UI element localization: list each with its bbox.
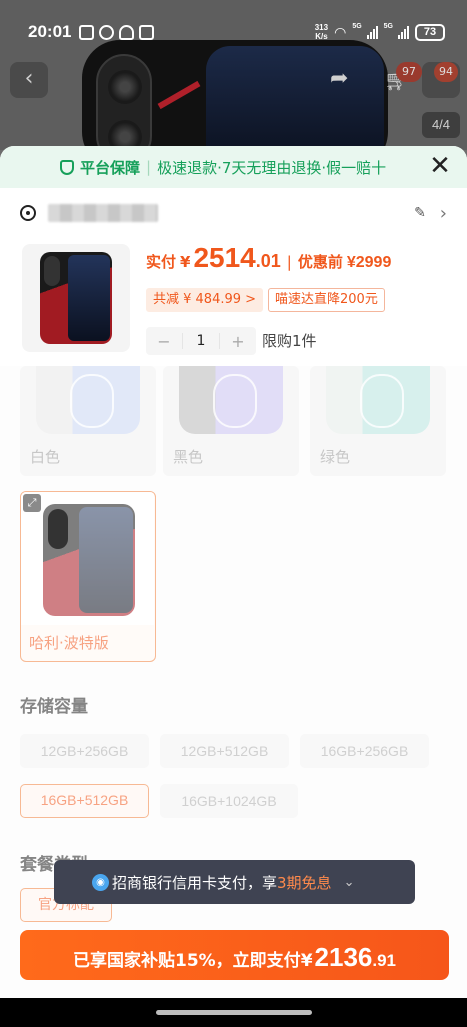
network-speed: 313 K/s bbox=[314, 23, 329, 41]
product-thumbnail[interactable] bbox=[22, 244, 130, 352]
storage-option-selected[interactable]: 16GB+512GB bbox=[20, 784, 149, 818]
storage-option[interactable]: 16GB+256GB bbox=[300, 734, 429, 768]
back-button[interactable]: ‹ bbox=[10, 62, 48, 98]
home-indicator[interactable] bbox=[156, 1010, 312, 1015]
final-price: 2514 bbox=[193, 242, 256, 273]
status-bar: 20:01 313 K/s ◠ 5G 5G 73 bbox=[0, 14, 467, 50]
location-icon bbox=[20, 205, 36, 221]
discount-detail-tag[interactable]: 共减 ¥ 484.99 > bbox=[146, 288, 264, 312]
storage-option[interactable]: 12GB+512GB bbox=[160, 734, 289, 768]
promo-tag: 喵速达直降200元 bbox=[268, 288, 385, 312]
bank-promo-toast[interactable]: ◉ 招商银行信用卡支付，享3期免息 ⌄ bbox=[54, 860, 415, 904]
original-price: ¥2999 bbox=[346, 254, 392, 271]
headphones-icon bbox=[119, 24, 135, 40]
status-time: 20:01 bbox=[28, 22, 72, 41]
signal-icon-2 bbox=[398, 25, 409, 39]
more-button[interactable]: 94 bbox=[422, 62, 460, 98]
alarm-icon bbox=[99, 24, 115, 40]
vibrate-icon bbox=[139, 24, 155, 40]
color-option-white[interactable]: 白色 bbox=[20, 366, 156, 476]
price-line: 实付 ¥ 2514 .01 | 优惠前 ¥2999 bbox=[146, 242, 392, 273]
cart-badge: 97 bbox=[396, 62, 422, 82]
color-option-harry-potter[interactable]: ⤢ 哈利·波特版 bbox=[20, 491, 156, 662]
guarantee-items: 极速退款·7天无理由退换·假一赔十 bbox=[157, 158, 387, 177]
chevron-left-icon: ‹ bbox=[24, 66, 34, 91]
close-button[interactable]: ✕ bbox=[427, 151, 453, 181]
shield-icon bbox=[60, 159, 74, 175]
more-badge: 94 bbox=[434, 62, 458, 82]
quantity-value[interactable]: 1 bbox=[182, 333, 220, 349]
installment-highlight: 3期免息 bbox=[277, 873, 332, 892]
color-option-black[interactable]: 黑色 bbox=[163, 366, 299, 476]
guarantee-title: 平台保障 bbox=[80, 158, 141, 177]
pay-button[interactable]: 已享国家补贴15%，立即支付 ¥ 2136 .91 bbox=[20, 930, 449, 980]
share-button[interactable]: ➦ bbox=[330, 66, 360, 96]
cart-button[interactable]: 🛒︎ 97 bbox=[382, 62, 422, 98]
status-notification-icons bbox=[79, 24, 155, 40]
storage-title: 存储容量 bbox=[20, 697, 88, 717]
bank-logo-icon: ◉ bbox=[92, 874, 109, 891]
share-icon: ➦ bbox=[330, 66, 349, 91]
signal-icon bbox=[366, 25, 378, 39]
quantity-minus-button[interactable]: − bbox=[146, 332, 182, 351]
chevron-down-icon[interactable]: ⌄ bbox=[344, 875, 355, 890]
nfc-icon bbox=[79, 24, 95, 40]
close-icon: ✕ bbox=[429, 151, 451, 181]
storage-option[interactable]: 12GB+256GB bbox=[20, 734, 149, 768]
address-row[interactable]: ✎ › bbox=[0, 188, 467, 238]
system-nav-bar bbox=[0, 998, 467, 1027]
pay-amount: 2136 bbox=[314, 942, 373, 972]
storage-option[interactable]: 16GB+1024GB bbox=[160, 784, 298, 818]
quantity-plus-button[interactable]: + bbox=[220, 332, 256, 351]
edit-icon[interactable]: ✎ bbox=[414, 205, 426, 221]
battery-icon: 73 bbox=[415, 23, 445, 41]
quantity-stepper: − 1 + bbox=[146, 327, 256, 355]
camera-module bbox=[96, 54, 152, 150]
purchase-limit: 限购1件 bbox=[262, 332, 317, 350]
gallery-page-indicator: 4/4 bbox=[422, 112, 460, 138]
wifi-icon: ◠ bbox=[334, 23, 347, 40]
expand-icon[interactable]: ⤢ bbox=[23, 494, 41, 512]
chevron-right-icon: › bbox=[439, 202, 447, 224]
color-option-green[interactable]: 绿色 bbox=[310, 366, 446, 476]
platform-guarantee-bar: 平台保障 | 极速退款·7天无理由退换·假一赔十 bbox=[0, 146, 467, 188]
address-redacted bbox=[48, 204, 158, 222]
